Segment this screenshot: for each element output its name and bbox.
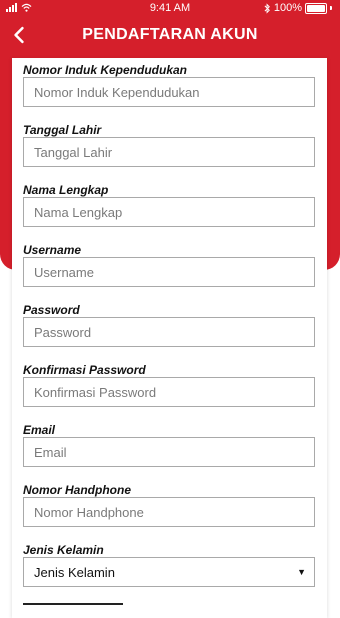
password-input-box (23, 317, 315, 347)
battery-icon (305, 2, 327, 14)
next-field-label-partial (23, 599, 143, 605)
gender-select-value: Jenis Kelamin (34, 564, 115, 580)
birthdate-input[interactable] (34, 144, 314, 160)
battery-tip (330, 6, 332, 10)
page-title: PENDAFTARAN AKUN (82, 26, 258, 43)
fullname-input-box (23, 197, 315, 227)
fullname-field: Nama Lengkap (23, 183, 315, 227)
dropdown-arrow-icon: ▼ (297, 567, 306, 577)
birthdate-input-box (23, 137, 315, 167)
username-input[interactable] (34, 264, 314, 280)
fullname-input[interactable] (34, 204, 314, 220)
phone-input-box (23, 497, 315, 527)
confirm-password-label: Konfirmasi Password (23, 363, 146, 377)
fullname-label: Nama Lengkap (23, 183, 109, 197)
phone-label: Nomor Handphone (23, 483, 131, 497)
nik-input[interactable] (34, 84, 314, 100)
bluetooth-icon (264, 2, 270, 14)
password-input[interactable] (34, 324, 314, 340)
birthdate-label: Tanggal Lahir (23, 123, 102, 137)
gender-field: Jenis Kelamin Jenis Kelamin ▼ (23, 543, 315, 587)
birthdate-field: Tanggal Lahir (23, 123, 315, 167)
gender-select[interactable]: Jenis Kelamin ▼ (23, 557, 315, 587)
app-header: PENDAFTARAN AKUN (0, 20, 340, 50)
confirm-password-input[interactable] (34, 384, 314, 400)
password-label: Password (23, 303, 80, 317)
username-label: Username (23, 243, 82, 257)
phone-field: Nomor Handphone (23, 483, 315, 527)
password-field: Password (23, 303, 315, 347)
phone-input[interactable] (34, 504, 314, 520)
battery-percent: 100% (273, 2, 302, 14)
username-field: Username (23, 243, 315, 287)
email-field: Email (23, 423, 315, 467)
nik-input-box (23, 77, 315, 107)
nik-label: Nomor Induk Kependudukan (23, 63, 188, 77)
registration-form: Nomor Induk Kependudukan Tanggal Lahir N… (12, 58, 327, 618)
email-input[interactable] (34, 444, 314, 460)
confirm-password-input-box (23, 377, 315, 407)
confirm-password-field: Konfirmasi Password (23, 363, 315, 407)
email-label: Email (23, 423, 56, 437)
gender-label: Jenis Kelamin (23, 543, 104, 557)
username-input-box (23, 257, 315, 287)
status-bar: 9:41 AM 100% (0, 0, 340, 18)
email-input-box (23, 437, 315, 467)
status-right: 100% (264, 2, 332, 14)
nik-field: Nomor Induk Kependudukan (23, 63, 315, 107)
